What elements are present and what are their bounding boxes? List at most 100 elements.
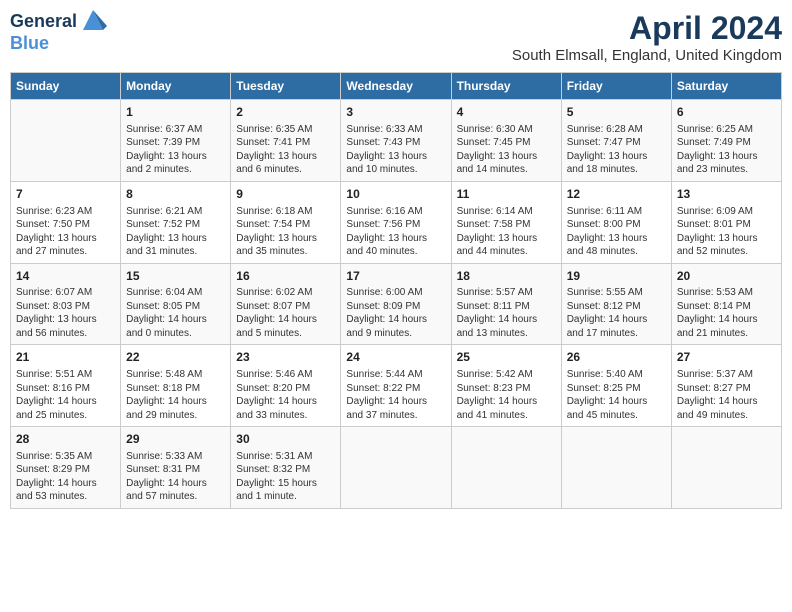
day-number: 17 [346, 268, 445, 285]
day-info: Sunrise: 5:44 AM Sunset: 8:22 PM Dayligh… [346, 368, 445, 422]
day-info: Sunrise: 5:46 AM Sunset: 8:20 PM Dayligh… [236, 368, 335, 422]
day-info: Sunrise: 6:16 AM Sunset: 7:56 PM Dayligh… [346, 205, 445, 259]
calendar-cell: 16Sunrise: 6:02 AM Sunset: 8:07 PM Dayli… [231, 263, 341, 345]
day-info: Sunrise: 6:02 AM Sunset: 8:07 PM Dayligh… [236, 286, 335, 340]
calendar-cell [451, 427, 561, 509]
day-number: 29 [126, 431, 225, 448]
day-info: Sunrise: 5:42 AM Sunset: 8:23 PM Dayligh… [457, 368, 556, 422]
day-number: 25 [457, 349, 556, 366]
day-number: 12 [567, 186, 666, 203]
calendar-cell: 18Sunrise: 5:57 AM Sunset: 8:11 PM Dayli… [451, 263, 561, 345]
day-info: Sunrise: 6:25 AM Sunset: 7:49 PM Dayligh… [677, 123, 776, 177]
calendar-cell: 7 Sunrise: 6:23 AM Sunset: 7:50 PM Daylig… [11, 181, 121, 263]
page-header: General Blue April 2024 South Elmsall, E… [10, 10, 782, 64]
calendar-cell: 4 Sunrise: 6:30 AM Sunset: 7:45 PM Daylig… [451, 100, 561, 182]
day-header-tuesday: Tuesday [231, 73, 341, 100]
day-number: 28 [16, 431, 115, 448]
week-row-2: 7 Sunrise: 6:23 AM Sunset: 7:50 PM Daylig… [11, 181, 782, 263]
calendar-header: SundayMondayTuesdayWednesdayThursdayFrid… [11, 73, 782, 100]
day-info: Sunrise: 6:14 AM Sunset: 7:58 PM Dayligh… [457, 205, 556, 259]
day-info: Sunrise: 5:51 AM Sunset: 8:16 PM Dayligh… [16, 368, 115, 422]
calendar-cell: 14Sunrise: 6:07 AM Sunset: 8:03 PM Dayli… [11, 263, 121, 345]
calendar-cell: 21 Sunrise: 5:51 AM Sunset: 8:16 PM Dayli… [11, 345, 121, 427]
day-info: Sunrise: 5:53 AM Sunset: 8:14 PM Dayligh… [677, 286, 776, 340]
day-number: 5 [567, 104, 666, 121]
calendar-cell: 19Sunrise: 5:55 AM Sunset: 8:12 PM Dayli… [561, 263, 671, 345]
day-number: 2 [236, 104, 335, 121]
calendar-cell: 27 Sunrise: 5:37 AM Sunset: 8:27 PM Dayli… [671, 345, 781, 427]
day-info: Sunrise: 5:40 AM Sunset: 8:25 PM Dayligh… [567, 368, 666, 422]
week-row-5: 28Sunrise: 5:35 AM Sunset: 8:29 PM Dayli… [11, 427, 782, 509]
calendar-cell: 5 Sunrise: 6:28 AM Sunset: 7:47 PM Daylig… [561, 100, 671, 182]
day-number: 19 [567, 268, 666, 285]
week-row-3: 14Sunrise: 6:07 AM Sunset: 8:03 PM Dayli… [11, 263, 782, 345]
day-number: 1 [126, 104, 225, 121]
day-info: Sunrise: 6:30 AM Sunset: 7:45 PM Dayligh… [457, 123, 556, 177]
header-row: SundayMondayTuesdayWednesdayThursdayFrid… [11, 73, 782, 100]
day-info: Sunrise: 6:09 AM Sunset: 8:01 PM Dayligh… [677, 205, 776, 259]
day-info: Sunrise: 5:48 AM Sunset: 8:18 PM Dayligh… [126, 368, 225, 422]
calendar-cell: 8Sunrise: 6:21 AM Sunset: 7:52 PM Daylig… [121, 181, 231, 263]
title-block: April 2024 South Elmsall, England, Unite… [512, 10, 782, 64]
calendar-cell: 22 Sunrise: 5:48 AM Sunset: 8:18 PM Dayli… [121, 345, 231, 427]
day-number: 23 [236, 349, 335, 366]
day-header-thursday: Thursday [451, 73, 561, 100]
day-info: Sunrise: 6:11 AM Sunset: 8:00 PM Dayligh… [567, 205, 666, 259]
week-row-4: 21 Sunrise: 5:51 AM Sunset: 8:16 PM Dayli… [11, 345, 782, 427]
day-number: 15 [126, 268, 225, 285]
calendar-cell: 26Sunrise: 5:40 AM Sunset: 8:25 PM Dayli… [561, 345, 671, 427]
calendar-cell: 2Sunrise: 6:35 AM Sunset: 7:41 PM Daylig… [231, 100, 341, 182]
calendar-cell [671, 427, 781, 509]
day-number: 13 [677, 186, 776, 203]
logo-text: General Blue [10, 10, 107, 54]
calendar-cell: 1 Sunrise: 6:37 AM Sunset: 7:39 PM Daylig… [121, 100, 231, 182]
calendar-cell: 24 Sunrise: 5:44 AM Sunset: 8:22 PM Dayli… [341, 345, 451, 427]
day-number: 16 [236, 268, 335, 285]
day-number: 24 [346, 349, 445, 366]
logo: General Blue [10, 10, 107, 54]
day-number: 7 [16, 186, 115, 203]
calendar-cell: 23 Sunrise: 5:46 AM Sunset: 8:20 PM Dayli… [231, 345, 341, 427]
day-info: Sunrise: 5:57 AM Sunset: 8:11 PM Dayligh… [457, 286, 556, 340]
day-header-sunday: Sunday [11, 73, 121, 100]
day-info: Sunrise: 6:00 AM Sunset: 8:09 PM Dayligh… [346, 286, 445, 340]
day-info: Sunrise: 6:07 AM Sunset: 8:03 PM Dayligh… [16, 286, 115, 340]
calendar-cell: 12 Sunrise: 6:11 AM Sunset: 8:00 PM Dayli… [561, 181, 671, 263]
day-info: Sunrise: 5:31 AM Sunset: 8:32 PM Dayligh… [236, 450, 335, 504]
calendar-cell [341, 427, 451, 509]
day-info: Sunrise: 6:18 AM Sunset: 7:54 PM Dayligh… [236, 205, 335, 259]
day-info: Sunrise: 6:23 AM Sunset: 7:50 PM Dayligh… [16, 205, 115, 259]
day-number: 3 [346, 104, 445, 121]
day-number: 14 [16, 268, 115, 285]
day-info: Sunrise: 6:37 AM Sunset: 7:39 PM Dayligh… [126, 123, 225, 177]
day-header-wednesday: Wednesday [341, 73, 451, 100]
calendar-cell: 3 Sunrise: 6:33 AM Sunset: 7:43 PM Daylig… [341, 100, 451, 182]
day-number: 27 [677, 349, 776, 366]
calendar-cell: 10 Sunrise: 6:16 AM Sunset: 7:56 PM Dayli… [341, 181, 451, 263]
day-number: 4 [457, 104, 556, 121]
day-info: Sunrise: 5:55 AM Sunset: 8:12 PM Dayligh… [567, 286, 666, 340]
day-number: 8 [126, 186, 225, 203]
day-info: Sunrise: 6:33 AM Sunset: 7:43 PM Dayligh… [346, 123, 445, 177]
day-number: 6 [677, 104, 776, 121]
calendar-cell: 28Sunrise: 5:35 AM Sunset: 8:29 PM Dayli… [11, 427, 121, 509]
day-number: 30 [236, 431, 335, 448]
day-info: Sunrise: 5:33 AM Sunset: 8:31 PM Dayligh… [126, 450, 225, 504]
day-number: 20 [677, 268, 776, 285]
day-number: 22 [126, 349, 225, 366]
calendar-cell: 13 Sunrise: 6:09 AM Sunset: 8:01 PM Dayli… [671, 181, 781, 263]
calendar-body: 1 Sunrise: 6:37 AM Sunset: 7:39 PM Daylig… [11, 100, 782, 509]
calendar-cell [11, 100, 121, 182]
day-header-friday: Friday [561, 73, 671, 100]
calendar-cell [561, 427, 671, 509]
calendar-cell: 15Sunrise: 6:04 AM Sunset: 8:05 PM Dayli… [121, 263, 231, 345]
calendar-cell: 29 Sunrise: 5:33 AM Sunset: 8:31 PM Dayli… [121, 427, 231, 509]
day-number: 10 [346, 186, 445, 203]
day-number: 21 [16, 349, 115, 366]
day-info: Sunrise: 6:04 AM Sunset: 8:05 PM Dayligh… [126, 286, 225, 340]
calendar-cell: 25 Sunrise: 5:42 AM Sunset: 8:23 PM Dayli… [451, 345, 561, 427]
location: South Elmsall, England, United Kingdom [512, 47, 782, 64]
day-info: Sunrise: 5:37 AM Sunset: 8:27 PM Dayligh… [677, 368, 776, 422]
calendar-cell: 17Sunrise: 6:00 AM Sunset: 8:09 PM Dayli… [341, 263, 451, 345]
day-info: Sunrise: 6:28 AM Sunset: 7:47 PM Dayligh… [567, 123, 666, 177]
